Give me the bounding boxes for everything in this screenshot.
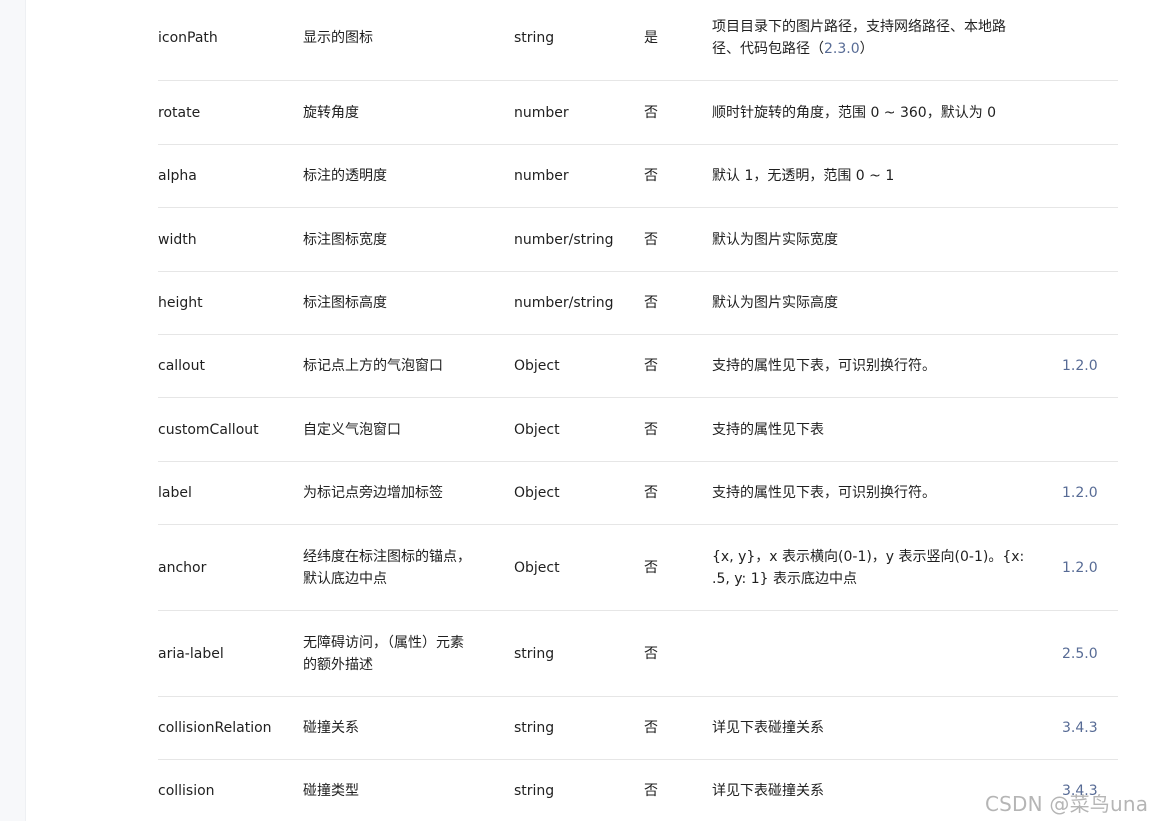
property-version[interactable]: 1.2.0 bbox=[1062, 355, 1118, 377]
property-note: 支持的属性见下表 bbox=[712, 421, 824, 438]
property-type: string bbox=[514, 782, 555, 799]
property-required: 否 bbox=[644, 720, 658, 736]
property-name: callout bbox=[158, 358, 205, 374]
table-row: customCallout 自定义气泡窗口 Object 否 支持的属性见下表 bbox=[158, 398, 1118, 462]
property-note: 默认为图片实际高度 bbox=[712, 295, 838, 311]
property-required: 否 bbox=[644, 421, 658, 438]
property-type: number bbox=[514, 104, 569, 121]
table-row: callout 标记点上方的气泡窗口 Object 否 支持的属性见下表，可识别… bbox=[158, 335, 1118, 398]
property-note: 支持的属性见下表，可识别换行符。 bbox=[712, 358, 936, 374]
property-note: 支持的属性见下表，可识别换行符。 bbox=[712, 485, 936, 501]
property-name: iconPath bbox=[158, 30, 218, 46]
table-row: label 为标记点旁边增加标签 Object 否 支持的属性见下表，可识别换行… bbox=[158, 462, 1118, 525]
property-description: 经纬度在标注图标的锚点，默认底边中点 bbox=[303, 548, 471, 587]
property-description: 旋转角度 bbox=[303, 104, 359, 121]
property-note: 项目目录下的图片路径，支持网络路径、本地路径、代码包路径（2.3.0） bbox=[712, 16, 1012, 60]
version-link[interactable]: 2.3.0 bbox=[824, 41, 860, 57]
property-type: number/string bbox=[514, 231, 614, 248]
table-row: iconPath 显示的图标 string 是 项目目录下的图片路径，支持网络路… bbox=[158, 0, 1118, 81]
property-description: 碰撞关系 bbox=[303, 720, 359, 736]
property-note: 详见下表碰撞关系 bbox=[712, 782, 824, 799]
table-row: anchor 经纬度在标注图标的锚点，默认底边中点 Object 否 {x, y… bbox=[158, 525, 1118, 611]
csdn-watermark: CSDN @菜鸟una bbox=[985, 792, 1149, 816]
property-note: {x, y}，x 表示横向(0-1)，y 表示竖向(0-1)。{x: .5, y… bbox=[712, 548, 1025, 587]
property-required: 否 bbox=[644, 645, 658, 662]
property-description: 为标记点旁边增加标签 bbox=[303, 485, 443, 501]
property-name: aria-label bbox=[158, 645, 224, 662]
property-required: 否 bbox=[644, 782, 658, 799]
property-description: 自定义气泡窗口 bbox=[303, 421, 401, 438]
property-type: string bbox=[514, 30, 555, 46]
property-type: string bbox=[514, 720, 555, 736]
property-type: number/string bbox=[514, 295, 614, 311]
table-row: collisionRelation 碰撞关系 string 否 详见下表碰撞关系… bbox=[158, 697, 1118, 760]
property-name: collisionRelation bbox=[158, 720, 272, 736]
table-row: width 标注图标宽度 number/string 否 默认为图片实际宽度 bbox=[158, 208, 1118, 272]
property-note: 详见下表碰撞关系 bbox=[712, 720, 824, 736]
property-required: 否 bbox=[644, 358, 658, 374]
property-description: 标注图标宽度 bbox=[303, 231, 387, 248]
property-note: 默认 1，无透明，范围 0 ~ 1 bbox=[712, 168, 895, 184]
property-name: label bbox=[158, 485, 192, 501]
property-name: collision bbox=[158, 782, 215, 799]
property-description: 标注的透明度 bbox=[303, 168, 387, 184]
property-name: width bbox=[158, 231, 197, 248]
property-type: Object bbox=[514, 421, 560, 438]
property-required: 否 bbox=[644, 559, 658, 576]
property-name: height bbox=[158, 295, 203, 311]
property-note: 默认为图片实际宽度 bbox=[712, 231, 838, 248]
property-required: 否 bbox=[644, 295, 658, 311]
property-type: Object bbox=[514, 485, 560, 501]
property-description: 标注图标高度 bbox=[303, 295, 387, 311]
left-rail bbox=[0, 0, 26, 821]
property-required: 否 bbox=[644, 104, 658, 121]
table-row: alpha 标注的透明度 number 否 默认 1，无透明，范围 0 ~ 1 bbox=[158, 145, 1118, 208]
property-type: string bbox=[514, 645, 555, 662]
property-required: 是 bbox=[644, 30, 658, 46]
table-row: aria-label 无障碍访问，（属性）元素的额外描述 string 否 2.… bbox=[158, 611, 1118, 697]
property-version[interactable]: 2.5.0 bbox=[1062, 643, 1118, 665]
property-description: 显示的图标 bbox=[303, 30, 373, 46]
property-type: number bbox=[514, 168, 569, 184]
property-type: Object bbox=[514, 358, 560, 374]
property-description: 碰撞类型 bbox=[303, 782, 359, 799]
property-table: iconPath 显示的图标 string 是 项目目录下的图片路径，支持网络路… bbox=[158, 0, 1118, 821]
property-version[interactable]: 1.2.0 bbox=[1062, 557, 1118, 579]
property-version[interactable]: 1.2.0 bbox=[1062, 482, 1118, 504]
property-name: anchor bbox=[158, 559, 207, 576]
property-description: 标记点上方的气泡窗口 bbox=[303, 358, 443, 374]
property-required: 否 bbox=[644, 485, 658, 501]
property-name: alpha bbox=[158, 168, 197, 184]
property-type: Object bbox=[514, 559, 560, 576]
property-required: 否 bbox=[644, 168, 658, 184]
property-note-tail: ） bbox=[859, 41, 874, 57]
table-row: collision 碰撞类型 string 否 详见下表碰撞关系 3.4.3 bbox=[158, 760, 1118, 821]
property-required: 否 bbox=[644, 231, 658, 248]
table-row: height 标注图标高度 number/string 否 默认为图片实际高度 bbox=[158, 272, 1118, 335]
property-name: rotate bbox=[158, 104, 201, 121]
property-name: customCallout bbox=[158, 421, 259, 438]
property-version[interactable]: 3.4.3 bbox=[1062, 717, 1118, 739]
table-row: rotate 旋转角度 number 否 顺时针旋转的角度，范围 0 ~ 360… bbox=[158, 81, 1118, 145]
property-note: 顺时针旋转的角度，范围 0 ~ 360，默认为 0 bbox=[712, 104, 997, 121]
property-description: 无障碍访问，（属性）元素的额外描述 bbox=[303, 634, 464, 673]
